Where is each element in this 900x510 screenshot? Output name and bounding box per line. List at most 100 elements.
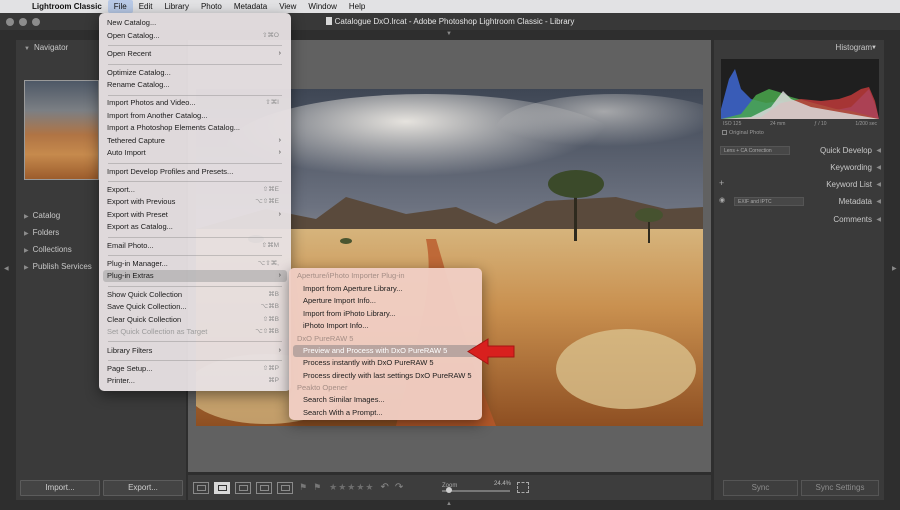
menu-library[interactable]: Library bbox=[158, 0, 194, 13]
menu-app-name[interactable]: Lightroom Classic bbox=[26, 0, 108, 13]
shortcut-label: ⌘P bbox=[268, 377, 279, 384]
menu-edit[interactable]: Edit bbox=[133, 0, 159, 13]
histogram-exif-info: ISO 125 24 mm ƒ / 10 1/200 sec bbox=[721, 121, 879, 127]
menu-item-open-recent[interactable]: Open Recent › bbox=[103, 48, 287, 60]
expand-triangle-icon: ▶ bbox=[24, 231, 29, 237]
star-rating[interactable]: ★★★★★ bbox=[329, 482, 374, 493]
rotate-right-icon[interactable]: ↷ bbox=[395, 482, 403, 493]
submenu-header-dxo-pureraw: DxO PureRAW 5 bbox=[297, 334, 354, 343]
zoom-slider-handle[interactable] bbox=[445, 487, 452, 493]
submenu-item-import-iphoto[interactable]: Import from iPhoto Library... bbox=[293, 308, 478, 320]
expand-triangle-icon: ◀ bbox=[876, 199, 881, 205]
shortcut-label: ⌥⇧⌘B bbox=[255, 328, 279, 335]
aperture-value: ƒ / 10 bbox=[814, 121, 827, 127]
shutter-value: 1/200 sec bbox=[855, 121, 877, 127]
menu-item-import-photos[interactable]: Import Photos and Video... ⇧⌘I bbox=[103, 97, 287, 109]
menu-separator bbox=[108, 163, 282, 164]
original-photo-checkbox[interactable]: Original Photo bbox=[722, 130, 764, 136]
menu-item-export[interactable]: Export... ⇧⌘E bbox=[103, 184, 287, 196]
menu-item-export-as-catalog[interactable]: Export as Catalog... bbox=[103, 221, 287, 233]
menu-item-optimize-catalog[interactable]: Optimize Catalog... bbox=[103, 67, 287, 79]
histogram-header[interactable]: Histogram ▼ bbox=[714, 40, 884, 56]
menu-item-export-with-previous[interactable]: Export with Previous ⌥⇧⌘E bbox=[103, 196, 287, 208]
menu-photo[interactable]: Photo bbox=[195, 0, 228, 13]
submenu-arrow-icon: › bbox=[278, 50, 281, 57]
shortcut-label: ⌥⌘B bbox=[260, 303, 279, 310]
menu-item-page-setup[interactable]: Page Setup... ⇧⌘P bbox=[103, 363, 287, 375]
collapse-triangle-icon: ▼ bbox=[871, 45, 877, 51]
submenu-item-search-similar[interactable]: Search Similar Images... bbox=[293, 394, 478, 406]
histogram-chart[interactable] bbox=[721, 59, 879, 119]
shortcut-label: ⌥⇧⌘, bbox=[257, 260, 279, 267]
metadata-header[interactable]: Metadata ◀ bbox=[714, 194, 884, 210]
right-panel-toggle-icon[interactable]: ▶ bbox=[892, 265, 897, 272]
menu-item-rename-catalog[interactable]: Rename Catalog... bbox=[103, 79, 287, 91]
submenu-arrow-icon: › bbox=[278, 272, 281, 279]
fit-frame-icon[interactable] bbox=[517, 482, 529, 493]
export-button[interactable]: Export... bbox=[103, 480, 183, 496]
menu-separator bbox=[108, 181, 282, 182]
submenu-arrow-icon: › bbox=[278, 149, 281, 156]
menu-help[interactable]: Help bbox=[343, 0, 371, 13]
compare-view-icon[interactable] bbox=[235, 481, 251, 494]
import-button[interactable]: Import... bbox=[20, 480, 100, 496]
submenu-item-search-prompt[interactable]: Search With a Prompt... bbox=[293, 407, 478, 419]
menu-item-set-quick-collection-target: Set Quick Collection as Target ⌥⇧⌘B bbox=[107, 327, 279, 336]
submenu-item-preview-process-dxo[interactable]: Preview and Process with DxO PureRAW 5 bbox=[293, 345, 478, 357]
submenu-item-import-aperture[interactable]: Import from Aperture Library... bbox=[293, 283, 478, 295]
sync-button[interactable]: Sync bbox=[723, 480, 798, 496]
shortcut-label: ⇧⌘I bbox=[265, 99, 279, 106]
flag-reject-icon[interactable]: ⚑ bbox=[313, 482, 321, 493]
people-view-icon[interactable] bbox=[277, 481, 293, 494]
submenu-item-aperture-info[interactable]: Aperture Import Info... bbox=[293, 295, 478, 307]
menu-item-plugin-manager[interactable]: Plug-in Manager... ⌥⇧⌘, bbox=[103, 258, 287, 270]
grid-view-icon[interactable] bbox=[193, 481, 209, 494]
menu-window[interactable]: Window bbox=[302, 0, 342, 13]
menu-item-export-with-preset[interactable]: Export with Preset › bbox=[103, 209, 287, 221]
menu-item-import-pse-catalog[interactable]: Import a Photoshop Elements Catalog... bbox=[103, 122, 287, 134]
navigator-preview[interactable] bbox=[24, 80, 99, 180]
menu-item-open-catalog[interactable]: Open Catalog... ⇧⌘O bbox=[103, 30, 287, 42]
loupe-view-icon[interactable] bbox=[214, 481, 230, 494]
menu-view[interactable]: View bbox=[273, 0, 302, 13]
expand-triangle-icon: ▶ bbox=[24, 265, 29, 271]
menu-item-import-develop-profiles[interactable]: Import Develop Profiles and Presets... bbox=[103, 166, 287, 178]
menu-item-import-another-catalog[interactable]: Import from Another Catalog... bbox=[103, 110, 287, 122]
sync-settings-button[interactable]: Sync Settings bbox=[801, 480, 879, 496]
menu-item-library-filters[interactable]: Library Filters › bbox=[103, 345, 287, 357]
submenu-item-process-instantly-dxo[interactable]: Process instantly with DxO PureRAW 5 bbox=[293, 357, 478, 369]
menu-item-save-quick-collection[interactable]: Save Quick Collection... ⌥⌘B bbox=[103, 301, 287, 313]
filmstrip-toggle-icon[interactable]: ▲ bbox=[446, 501, 452, 507]
flag-pick-icon[interactable]: ⚑ bbox=[299, 482, 307, 493]
keyword-list-header[interactable]: Keyword List ◀ bbox=[714, 177, 884, 193]
menu-item-show-quick-collection[interactable]: Show Quick Collection ⌘B bbox=[103, 289, 287, 301]
submenu-header-peakto: Peakto Opener bbox=[297, 383, 348, 392]
menu-separator bbox=[108, 45, 282, 46]
menu-item-tethered-capture[interactable]: Tethered Capture › bbox=[103, 135, 287, 147]
menu-separator bbox=[108, 64, 282, 65]
submenu-arrow-icon: › bbox=[278, 347, 281, 354]
menu-item-new-catalog[interactable]: New Catalog... bbox=[103, 17, 287, 29]
comments-header[interactable]: Comments ◀ bbox=[714, 212, 884, 228]
submenu-item-process-directly-dxo[interactable]: Process directly with last settings DxO … bbox=[293, 370, 478, 382]
submenu-item-iphoto-info[interactable]: iPhoto Import Info... bbox=[293, 320, 478, 332]
top-panel-toggle-icon[interactable]: ▼ bbox=[446, 31, 452, 37]
menu-item-printer[interactable]: Printer... ⌘P bbox=[103, 375, 287, 387]
menu-file[interactable]: File bbox=[107, 0, 133, 13]
menu-metadata[interactable]: Metadata bbox=[228, 0, 273, 13]
submenu-arrow-icon: › bbox=[278, 211, 281, 218]
survey-view-icon[interactable] bbox=[256, 481, 272, 494]
menu-item-plugin-extras[interactable]: Plug-in Extras › bbox=[103, 270, 287, 282]
expand-triangle-icon: ▶ bbox=[24, 248, 29, 254]
collapse-triangle-icon: ▼ bbox=[24, 46, 30, 52]
quick-develop-header[interactable]: Quick Develop ◀ bbox=[714, 143, 884, 159]
shortcut-label: ⇧⌘P bbox=[262, 365, 279, 372]
zoom-slider[interactable] bbox=[442, 490, 510, 492]
menu-item-email-photo[interactable]: Email Photo... ⇧⌘M bbox=[103, 240, 287, 252]
expand-triangle-icon: ◀ bbox=[876, 165, 881, 171]
menu-item-clear-quick-collection[interactable]: Clear Quick Collection ⇧⌘B bbox=[103, 314, 287, 326]
keywording-header[interactable]: Keywording ◀ bbox=[714, 160, 884, 176]
left-panel-toggle-icon[interactable]: ◀ bbox=[4, 265, 9, 272]
menu-item-auto-import[interactable]: Auto Import › bbox=[103, 147, 287, 159]
rotate-left-icon[interactable]: ↶ bbox=[381, 482, 389, 493]
